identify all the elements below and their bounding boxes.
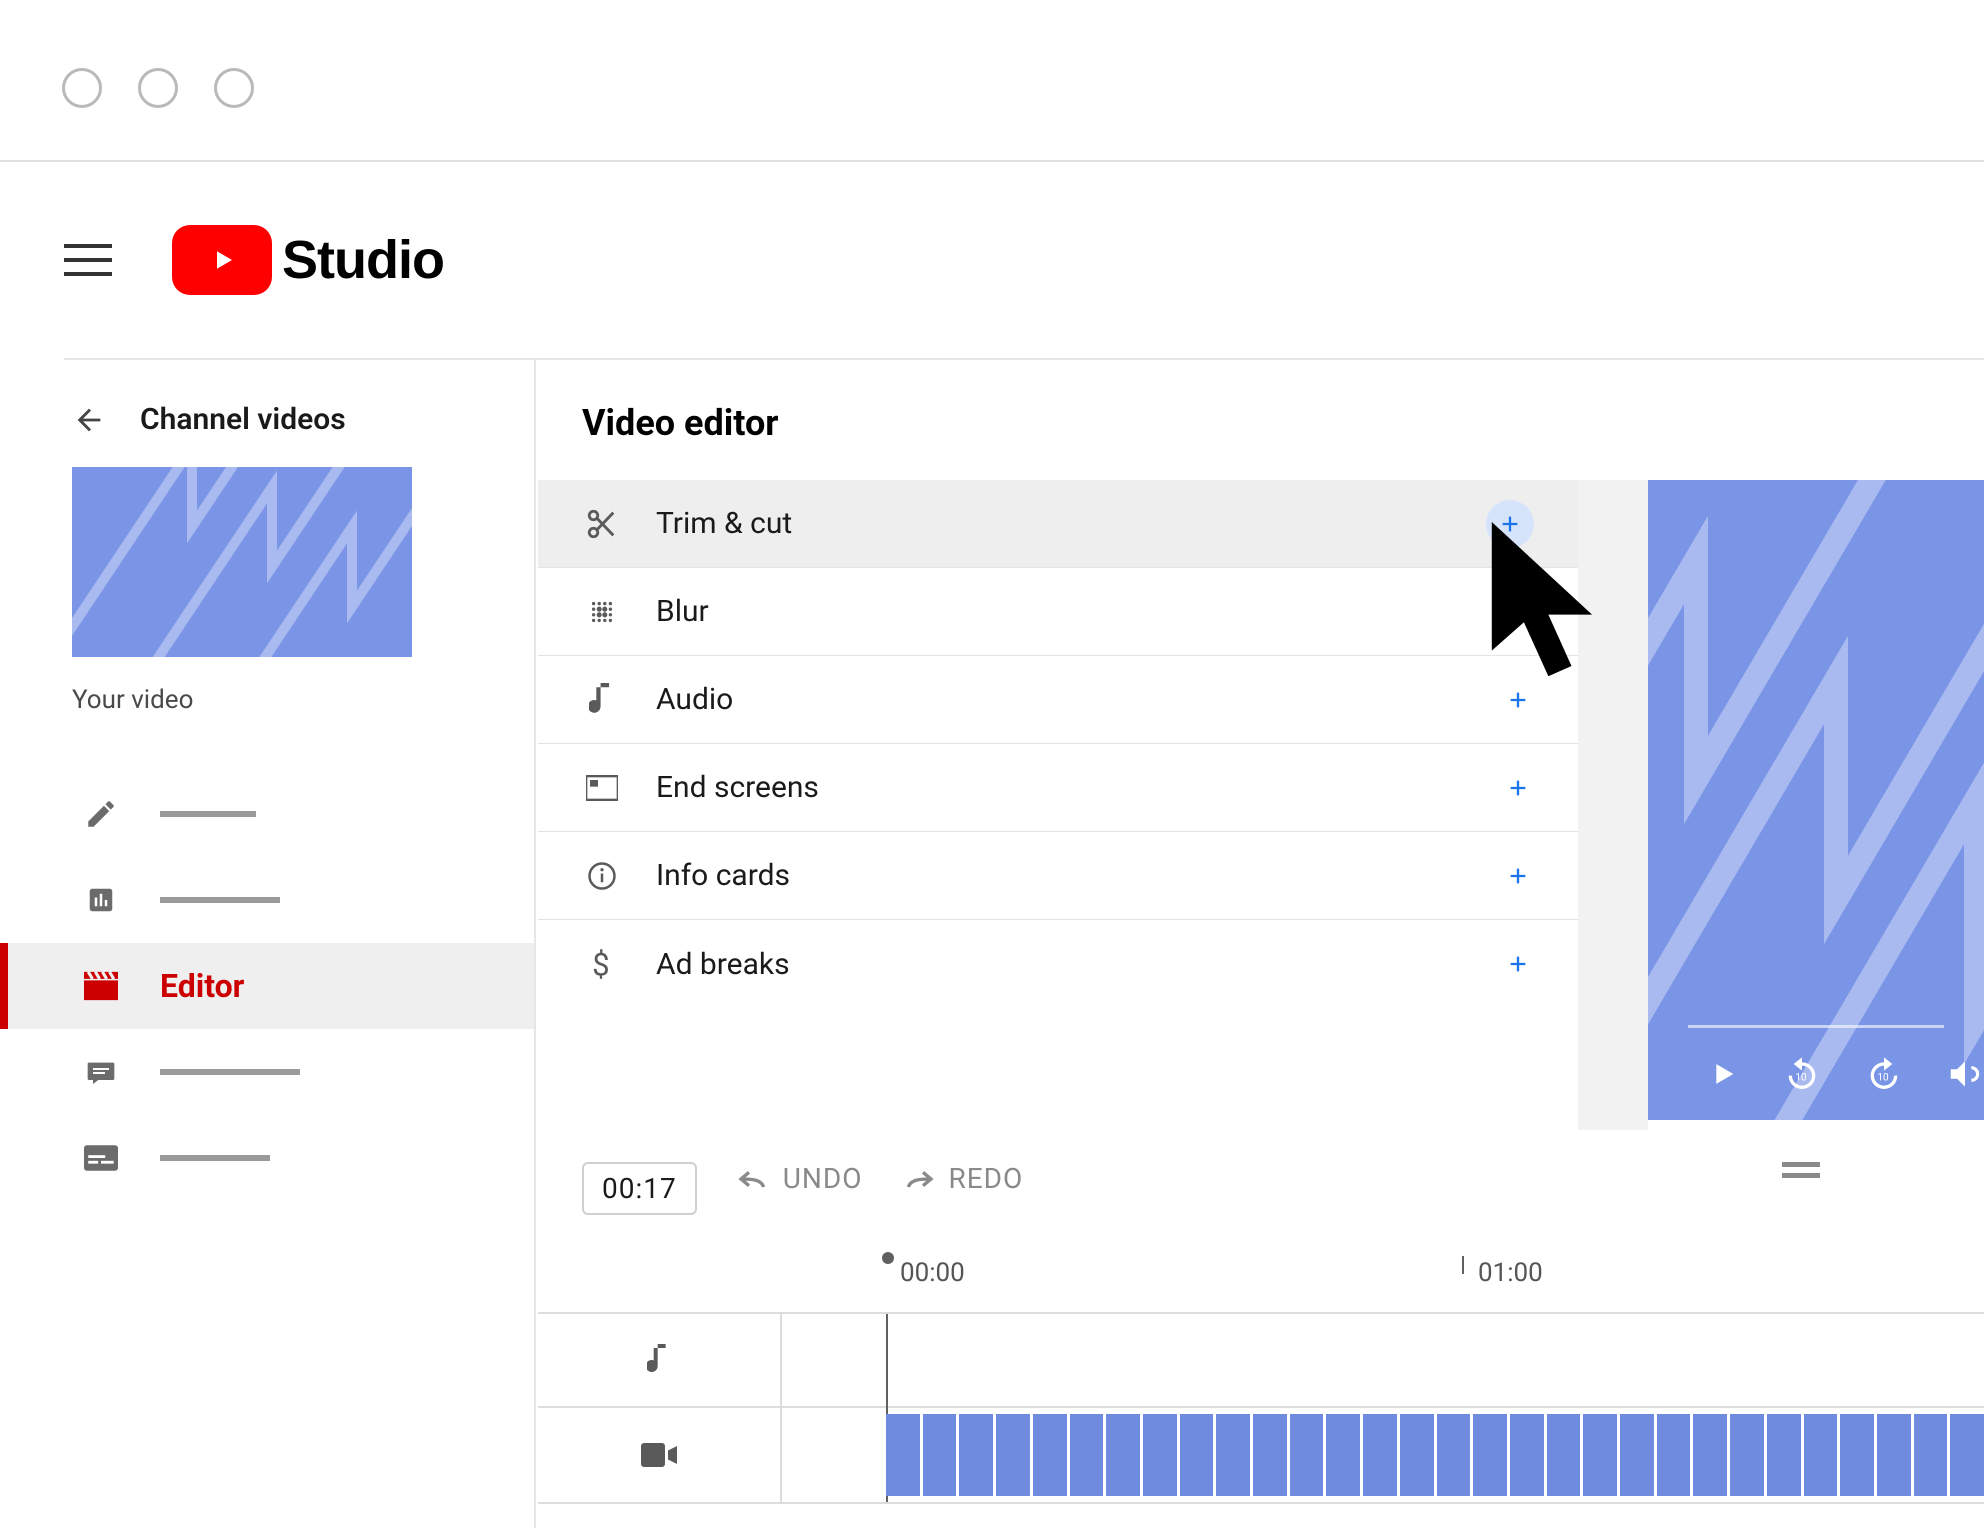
add-blur-button[interactable] [1502,596,1534,628]
redo-label: REDO [949,1162,1024,1195]
tool-infocards[interactable]: Info cards [538,832,1578,920]
sidebar-item-label: Editor [160,967,244,1005]
nav-placeholder [160,897,280,903]
video-clip-blocks[interactable] [886,1414,1984,1496]
svg-text:$: $ [592,947,610,981]
add-trim-button[interactable] [1486,500,1534,548]
scissors-icon [582,507,622,541]
tool-adbreaks[interactable]: $ Ad breaks [538,920,1578,1008]
sidebar-item-editor[interactable]: Editor [0,943,534,1029]
back-label: Channel videos [140,402,346,437]
window-dot[interactable] [138,68,178,108]
replay10-button[interactable]: 10 [1782,1052,1822,1096]
volume-button[interactable] [1946,1052,1984,1096]
tool-label: Blur [656,594,1502,629]
video-track[interactable] [538,1408,1984,1502]
tool-label: Trim & cut [656,506,1486,541]
youtube-play-icon [172,225,272,295]
subtitles-icon [82,1139,120,1177]
add-infocard-button[interactable] [1502,860,1534,892]
video-thumbnail[interactable] [72,467,412,657]
window-controls [62,68,290,108]
undo-button[interactable]: UNDO [737,1162,863,1195]
info-icon [582,861,622,891]
app-logo[interactable]: Studio [172,225,444,295]
tool-label: Ad breaks [656,947,1502,982]
svg-text:10: 10 [1877,1073,1889,1084]
play-button[interactable] [1704,1052,1740,1096]
add-audio-button[interactable] [1502,684,1534,716]
sidebar-item-comments[interactable] [0,1029,534,1115]
sidebar-item-analytics[interactable] [0,857,534,943]
page-title: Video editor [538,358,1984,480]
svg-text:10: 10 [1795,1073,1807,1084]
nav-placeholder [160,811,256,817]
tool-panel: Trim & cut Blur Audio [538,480,1578,1008]
ruler-tick [882,1252,894,1264]
chrome-divider [0,160,1984,162]
menu-toggle[interactable] [64,244,112,276]
preview-progress[interactable] [1688,1025,1944,1028]
arrow-back-icon [72,403,106,437]
clapper-icon [82,967,120,1005]
drag-handle-icon[interactable] [1782,1162,1820,1178]
video-cam-icon [538,1408,782,1502]
ruler-label: 01:00 [1478,1258,1543,1288]
music-note-icon [582,683,622,717]
timeline-ruler[interactable]: 00:00 01:00 [538,1256,1984,1312]
tool-endscreens[interactable]: End screens [538,744,1578,832]
sidebar-item-subtitles[interactable] [0,1115,534,1201]
forward10-button[interactable]: 10 [1864,1052,1904,1096]
app-name: Studio [282,229,444,291]
window-dot[interactable] [62,68,102,108]
nav-placeholder [160,1155,270,1161]
redo-button[interactable]: REDO [903,1162,1024,1195]
tool-label: End screens [656,770,1502,805]
sidebar-item-details[interactable] [0,771,534,857]
tool-label: Audio [656,682,1502,717]
window-dot[interactable] [214,68,254,108]
video-preview[interactable]: 10 10 [1648,480,1984,1120]
current-time-input[interactable]: 00:17 [582,1162,697,1215]
add-endscreen-button[interactable] [1502,772,1534,804]
blur-icon [582,598,622,626]
tool-blur[interactable]: Blur [538,568,1578,656]
panel-gap [1578,480,1648,1130]
undo-label: UNDO [783,1162,863,1195]
tool-label: Info cards [656,858,1502,893]
audio-track[interactable] [538,1314,1984,1408]
endscreen-icon [582,775,622,801]
ruler-label: 00:00 [900,1258,965,1288]
comments-icon [82,1053,120,1091]
back-to-channel[interactable]: Channel videos [0,358,534,467]
thumbnail-label: Your video [72,685,462,715]
nav-placeholder [160,1069,300,1075]
tool-audio[interactable]: Audio [538,656,1578,744]
tool-trim-cut[interactable]: Trim & cut [538,480,1578,568]
ruler-tick [1462,1256,1464,1274]
add-adbreak-button[interactable] [1502,948,1534,980]
pencil-icon [82,795,120,833]
analytics-icon [82,881,120,919]
dollar-icon: $ [582,947,622,981]
music-note-icon [538,1314,782,1406]
